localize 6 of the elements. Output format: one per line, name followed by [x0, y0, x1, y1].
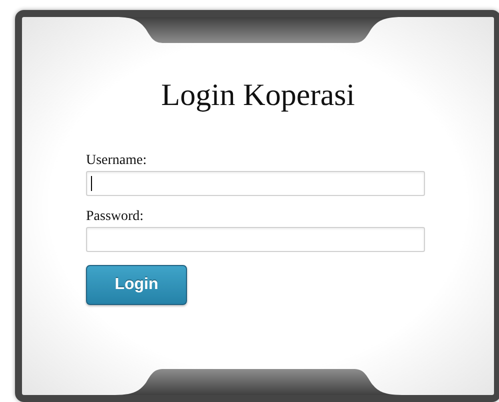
input-field[interactable]: [86, 171, 425, 196]
input-field[interactable]: [86, 227, 425, 252]
field-label: Password:: [86, 209, 144, 225]
field-label: Username:: [86, 153, 147, 169]
login-title: Login Koperasi: [161, 77, 355, 113]
login-button[interactable]: Login: [86, 265, 187, 305]
